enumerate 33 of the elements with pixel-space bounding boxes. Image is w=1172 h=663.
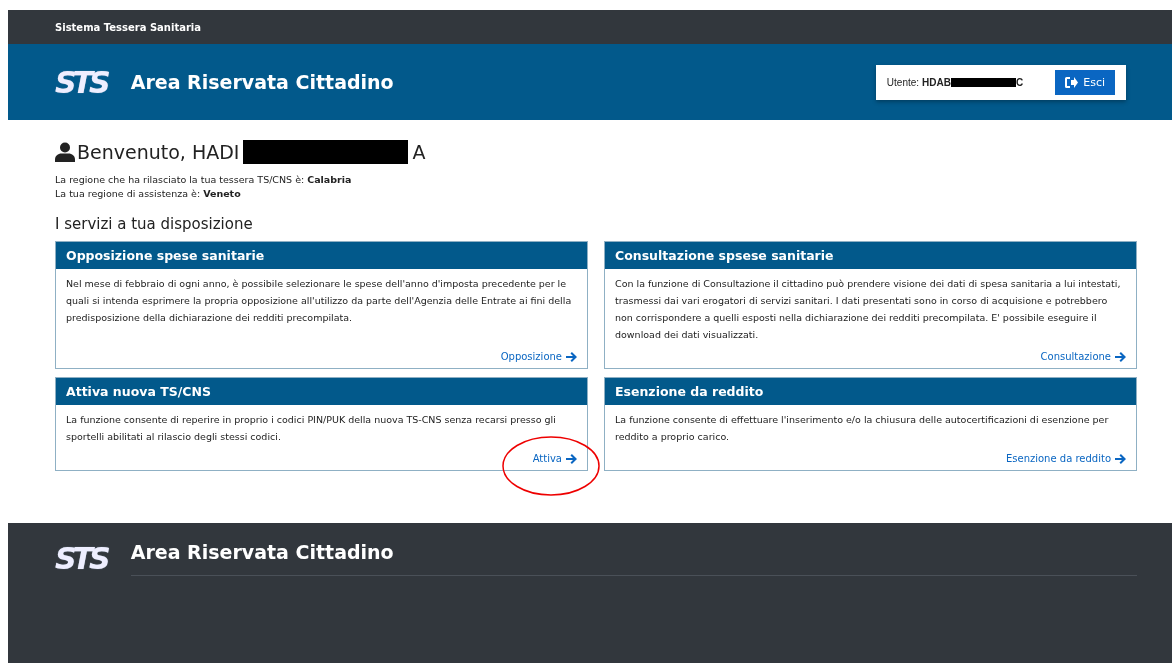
region-info: La regione che ha rilasciato la tua tessera TS/CNS è: Calabria	[55, 174, 353, 185]
arrow-right-icon	[566, 453, 577, 464]
redaction-bar	[950, 77, 1016, 87]
card-description: Nel mese di febbraio di ogni anno, è possibile selezionare le spese dell'anno d'imposta precedente per le quali si intenda esprimere la propria opposizione all'utilizzo da parte dell'Agenzia delle Entrate ai fini della predisposizione della dichiarazione dei redditi precompilata.	[66, 277, 573, 325]
logout-button[interactable]: Esci	[1055, 69, 1115, 95]
arrow-right-icon	[1115, 351, 1126, 362]
user-label: Utente:	[886, 76, 920, 88]
footer-title: Area Riservata Cittadino	[130, 541, 395, 563]
card-title: Opposizione spese sanitarie	[66, 248, 265, 263]
arrow-right-icon	[1115, 453, 1126, 464]
user-code: C	[1015, 76, 1024, 88]
sign-out-icon	[1065, 76, 1079, 88]
user-code: HDAB	[922, 76, 951, 88]
card-link[interactable]: Opposizione	[500, 351, 577, 362]
region-info: La tua regione di assistenza è: Veneto	[55, 188, 242, 199]
header-title: Area Riservata Cittadino	[130, 71, 394, 93]
welcome-heading: Benvenuto, HADI	[77, 141, 240, 163]
welcome-heading: A	[412, 141, 426, 163]
logo: STS	[55, 64, 107, 100]
logo: STS	[55, 541, 107, 576]
card-description: La funzione consente di reperire in proprio i codici PIN/PUK della nuova TS-CNS senza recarsi presso gli sportelli abilitati al rilascio degli stessi codici.	[66, 413, 557, 444]
card-title: Consultazione spsese sanitarie	[615, 248, 834, 263]
card-title: Attiva nuova TS/CNS	[66, 384, 211, 399]
card-link[interactable]: Esenzione da reddito	[1005, 453, 1126, 464]
card-description: La funzione consente di effettuare l'inserimento e/o la chiusura delle autocertificazioni di esenzione per reddito a proprio carico.	[615, 413, 1110, 444]
site-title: Sistema Tessera Sanitaria	[55, 21, 202, 33]
card-link[interactable]: Attiva	[532, 453, 577, 464]
section-title: I servizi a tua disposizione	[55, 215, 254, 233]
user-icon	[55, 142, 75, 162]
card-description: Con la funzione di Consultazione il cittadino può prendere visione dei dati di spesa sanitaria a lui intestati, trasmessi dai vari erogatori di servizi sanitari. I dati presentati sono in corso di acquisione e potrebbero non corrispondere a quelli esposti nella dichiarazione dei redditi precompilata. E' possibile eseguire il download dei dati visualizzati.	[615, 277, 1122, 342]
arrow-right-icon	[566, 351, 577, 362]
card-title: Esenzione da reddito	[615, 384, 764, 399]
card-link[interactable]: Consultazione	[1040, 351, 1126, 362]
